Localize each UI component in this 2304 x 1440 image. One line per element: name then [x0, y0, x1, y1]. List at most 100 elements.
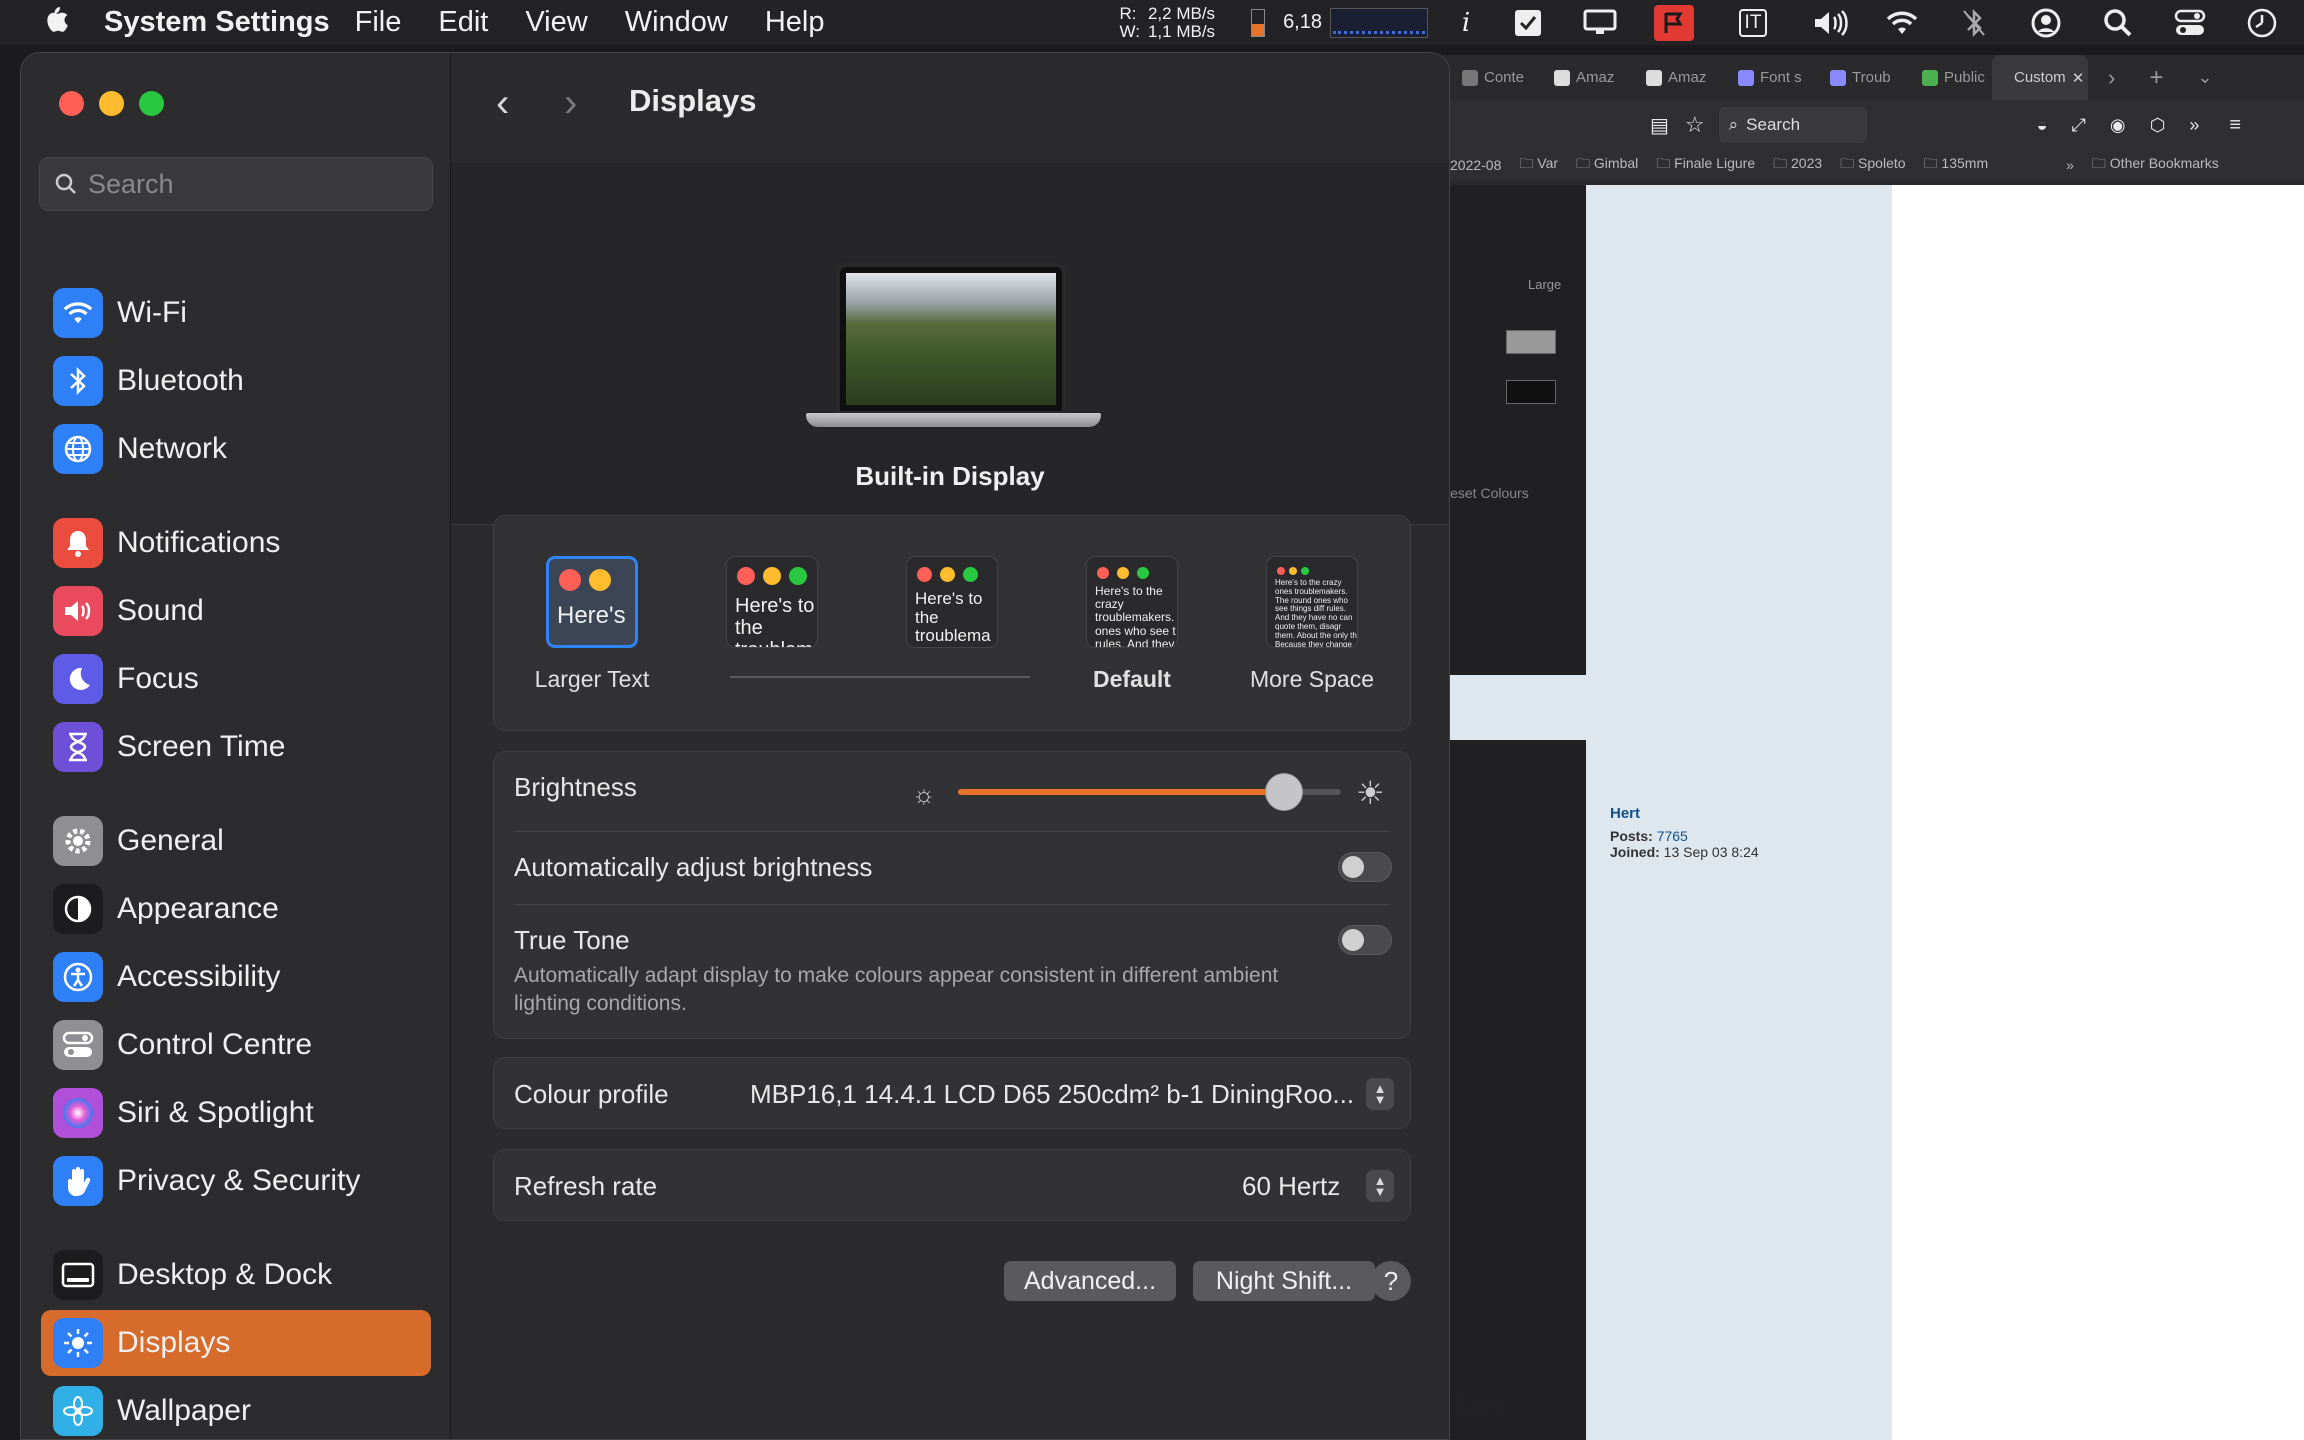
sidebar-item-appearance[interactable]: Appearance	[41, 876, 431, 942]
input-source-icon[interactable]: IT	[1730, 5, 1776, 41]
sidebar-item-displays[interactable]: Displays	[41, 1310, 431, 1376]
help-button[interactable]: ?	[1371, 1261, 1411, 1301]
display-icon[interactable]	[1582, 5, 1618, 41]
browser-tab[interactable]: Public	[1900, 69, 1992, 86]
apple-icon[interactable]	[28, 3, 82, 43]
user-icon[interactable]	[2028, 5, 2064, 41]
browser-tab[interactable]: Amaz	[1624, 69, 1716, 86]
bluetooth-off-icon[interactable]	[1956, 5, 1992, 41]
post-author[interactable]: Hert	[1610, 805, 1880, 822]
sidebar-item-focus[interactable]: Focus	[41, 646, 431, 712]
sidebar-item-accessibility[interactable]: Accessibility	[41, 944, 431, 1010]
true-tone-toggle[interactable]	[1338, 925, 1392, 955]
clock-icon[interactable]	[2244, 5, 2280, 41]
sidebar-search-input[interactable]	[88, 168, 408, 200]
bookmark-star-icon[interactable]: ☆	[1685, 112, 1705, 138]
bookmarks-overflow-icon[interactable]: »	[2066, 157, 2074, 173]
sidebar-item-network[interactable]: Network	[41, 416, 431, 482]
expand-icon[interactable]: ⤢	[2072, 115, 2086, 136]
sidebar-item-screen-time[interactable]: Screen Time	[41, 714, 431, 780]
menu-edit[interactable]: Edit	[438, 6, 488, 39]
close-window-button[interactable]	[59, 91, 84, 116]
sidebar-item-control-centre[interactable]: Control Centre	[41, 1012, 431, 1078]
menu-app-name[interactable]: System Settings	[104, 6, 330, 39]
auto-brightness-toggle[interactable]	[1338, 852, 1392, 882]
volume-icon[interactable]	[1812, 5, 1848, 41]
minimize-window-button[interactable]	[99, 91, 124, 116]
sidebar-item-desktop-dock[interactable]: Desktop & Dock	[41, 1242, 431, 1308]
new-tab-icon[interactable]: +	[2149, 64, 2163, 92]
control-centre-status-icon[interactable]	[2172, 5, 2208, 41]
wifi-status-icon[interactable]	[1884, 5, 1920, 41]
pocket-icon[interactable]: ◒	[2037, 115, 2048, 136]
bookmark-folder[interactable]: 🗀 Var	[1519, 153, 1558, 177]
resolution-option-larger-text[interactable]: Here's Larger Text	[512, 556, 672, 693]
bookmark-folder[interactable]: 🗀 Gimbal	[1576, 153, 1638, 177]
resolution-option-2[interactable]: Here's to the troublem	[692, 556, 852, 666]
back-button[interactable]: ‹	[496, 81, 509, 126]
sidebar-item-privacy-security[interactable]: Privacy & Security	[41, 1148, 431, 1214]
bookmark-item[interactable]: 2022-08	[1450, 157, 1501, 173]
resolution-option-default[interactable]: Here's to the crazy troublemakers. ones …	[1052, 556, 1212, 693]
browser-tab[interactable]: Troub	[1808, 69, 1900, 86]
zoom-window-button[interactable]	[139, 91, 164, 116]
hamburger-menu-icon[interactable]: ≡	[2229, 114, 2241, 137]
brightness-slider-knob[interactable]	[1264, 773, 1303, 811]
sidebar-item-sound[interactable]: Sound	[41, 578, 431, 644]
browser-search-box[interactable]: ⌕ Search	[1718, 107, 1867, 143]
sidebar-item-siri-spotlight[interactable]: Siri & Spotlight	[41, 1080, 431, 1146]
colour-swatch[interactable]	[1506, 380, 1556, 404]
sidebar-search[interactable]	[39, 157, 433, 211]
browser-tab[interactable]: Amaz	[1532, 69, 1624, 86]
tab-scroll-icon[interactable]: ›	[2108, 65, 2115, 91]
bookmark-label: Finale Ligure	[1674, 155, 1756, 171]
extensions-icon[interactable]: ⬡	[2150, 115, 2166, 136]
menu-file[interactable]: File	[355, 6, 402, 39]
resolution-option-3[interactable]: Here's to the troublema ones who	[872, 556, 1032, 666]
colour-swatch[interactable]	[1506, 330, 1556, 354]
tab-list-icon[interactable]: ⌄	[2197, 67, 2212, 88]
checkbox-app-icon[interactable]	[1510, 5, 1546, 41]
bookmark-folder[interactable]: 🗀 2023	[1773, 153, 1822, 177]
menu-view[interactable]: View	[525, 6, 587, 39]
bookmark-folder[interactable]: 🗀 Other Bookmarks	[2092, 153, 2219, 177]
info-icon[interactable]: i	[1448, 5, 1484, 41]
browser-tab[interactable]: Conte	[1440, 69, 1532, 86]
sidebar-item-wi-fi[interactable]: Wi-Fi	[41, 280, 431, 346]
colour-profile-popup-icon[interactable]: ▲ ▼	[1366, 1078, 1394, 1110]
sidebar-item-label: Notifications	[117, 526, 281, 559]
menu-window[interactable]: Window	[625, 6, 728, 39]
reader-icon[interactable]: ▤	[1650, 113, 1669, 138]
spotlight-icon[interactable]	[2100, 5, 2136, 41]
bookmark-folder[interactable]: 🗀 Spoleto	[1840, 153, 1905, 177]
sidebar-item-general[interactable]: General	[41, 808, 431, 874]
network-stats[interactable]: R: W: 2,2 MB/s 1,1 MB/s	[1120, 4, 1216, 41]
colour-profile-value[interactable]: MBP16,1 14.4.1 LCD D65 250cdm² b-1 Dinin…	[750, 1079, 1354, 1110]
brightness-slider[interactable]	[958, 773, 1341, 811]
advanced-button[interactable]: Advanced...	[1004, 1261, 1176, 1301]
cpu-load-value[interactable]: 6,18	[1283, 11, 1322, 34]
overflow-icon[interactable]: »	[2189, 115, 2199, 136]
reset-colours-button[interactable]: Reset Colours	[1440, 485, 1529, 501]
bookmark-folder[interactable]: 🗀 Finale Ligure	[1656, 153, 1755, 177]
posts-value[interactable]: 7765	[1657, 828, 1688, 844]
refresh-rate-value[interactable]: 60 Hertz	[1242, 1171, 1340, 1202]
menu-help[interactable]: Help	[765, 6, 825, 39]
sidebar-item-bluetooth[interactable]: Bluetooth	[41, 348, 431, 414]
forward-button[interactable]: ›	[564, 81, 577, 126]
battery-meter[interactable]	[1251, 8, 1266, 37]
night-shift-button[interactable]: Night Shift...	[1193, 1261, 1375, 1301]
tab-close-icon[interactable]: ✕	[2072, 69, 2085, 87]
cpu-load-graph[interactable]	[1330, 7, 1428, 38]
browser-tab[interactable]: Font s	[1716, 69, 1808, 86]
refresh-rate-popup-icon[interactable]: ▲ ▼	[1366, 1170, 1394, 1202]
laptop-display-image[interactable]	[806, 263, 1101, 438]
sidebar-item-wallpaper[interactable]: Wallpaper	[41, 1378, 431, 1439]
browser-tab-active[interactable]: Custom ✕	[1992, 55, 2088, 100]
sidebar-item-notifications[interactable]: Notifications	[41, 510, 431, 576]
bookmark-folder[interactable]: 🗀 135mm	[1924, 153, 1989, 177]
account-icon[interactable]: ◉	[2110, 115, 2126, 136]
flag-app-icon[interactable]	[1654, 4, 1694, 41]
sidebar-item-label: Control Centre	[117, 1028, 313, 1061]
resolution-option-more-space[interactable]: Here's to the crazy ones troublemakers. …	[1232, 556, 1392, 693]
